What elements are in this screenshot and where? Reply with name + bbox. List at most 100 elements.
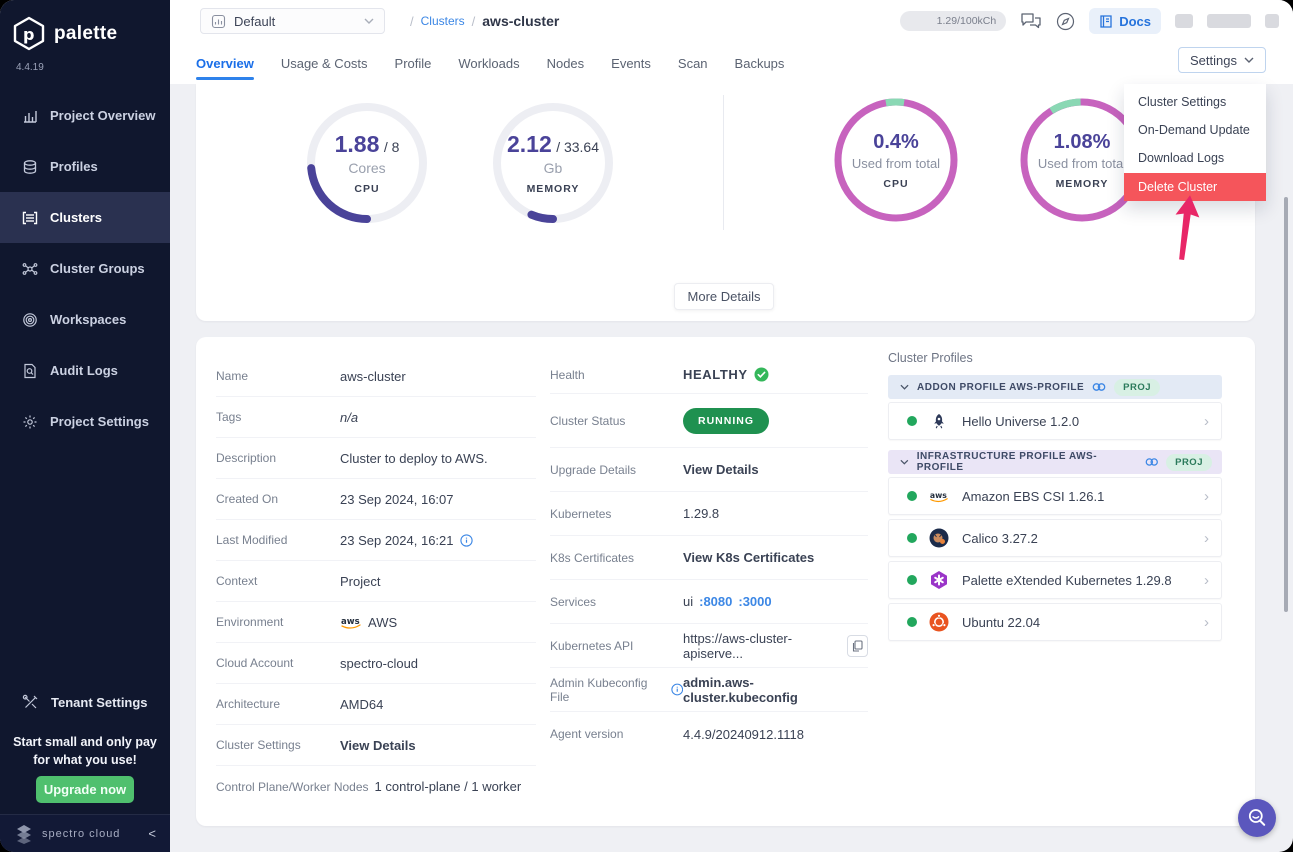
cpu-usage-gauge: 0.4% Used from total CPU [834, 98, 958, 222]
copy-api-url-button[interactable] [847, 635, 868, 657]
vertical-scrollbar[interactable] [1284, 197, 1288, 612]
settings-button[interactable]: Settings [1178, 47, 1266, 73]
kubeconfig-download-link[interactable]: admin.aws-cluster.kubeconfig [683, 675, 868, 705]
sidebar-item-label: Project Settings [50, 414, 149, 429]
memory-gauge-label: MEMORY [527, 183, 580, 195]
tab-nodes[interactable]: Nodes [547, 46, 585, 80]
sidebar-footer: spectro cloud < [0, 814, 170, 852]
link-icon [1145, 457, 1159, 467]
cpu-usage-caption: Used from total [852, 156, 940, 171]
book-icon [1099, 14, 1113, 29]
target-icon [22, 312, 38, 328]
cluster-settings-view-details-link[interactable]: View Details [340, 738, 416, 753]
svg-text:aws: aws [341, 617, 360, 627]
profile-item-amazon-ebs-csi[interactable]: aws Amazon EBS CSI 1.26.1 › [888, 477, 1222, 515]
profile-item-hello-universe[interactable]: Hello Universe 1.2.0 › [888, 402, 1222, 440]
menu-item-on-demand-update[interactable]: On-Demand Update [1124, 116, 1266, 144]
copy-icon [852, 640, 863, 652]
memory-usage-label: MEMORY [1056, 178, 1109, 190]
breadcrumb-current: aws-cluster [482, 13, 559, 29]
sidebar-item-cluster-groups[interactable]: Cluster Groups [0, 243, 170, 294]
info-icon[interactable] [460, 534, 473, 547]
sidebar-item-label: Clusters [50, 210, 102, 225]
clusters-icon [22, 210, 38, 226]
sidebar-item-project-settings[interactable]: Project Settings [0, 396, 170, 447]
status-badge: RUNNING [683, 408, 769, 434]
spectro-cloud-logo [14, 824, 34, 844]
feedback-button[interactable] [1020, 12, 1042, 30]
breadcrumb-clusters-link[interactable]: Clusters [421, 14, 465, 28]
status-dot [907, 575, 917, 585]
infrastructure-profile-header[interactable]: INFRASTRUCTURE PROFILE AWS-PROFILE PROJ [888, 450, 1222, 474]
docs-button[interactable]: Docs [1089, 8, 1161, 34]
sidebar-item-project-overview[interactable]: Project Overview [0, 90, 170, 141]
cpu-usage-label: CPU [883, 178, 908, 190]
detail-row-created-on: Created On 23 Sep 2024, 16:07 [216, 479, 536, 520]
tab-overview[interactable]: Overview [196, 46, 254, 80]
explore-button[interactable] [1056, 12, 1075, 31]
tab-profile[interactable]: Profile [395, 46, 432, 80]
detail-row-nodes: Control Plane/Worker Nodes 1 control-pla… [216, 766, 536, 807]
svg-text:aws: aws [930, 491, 947, 500]
detail-row-architecture: Architecture AMD64 [216, 684, 536, 725]
sidebar-item-profiles[interactable]: Profiles [0, 141, 170, 192]
resource-usage-card: 1.88 / 8 Cores CPU 2.12 / 33.64 Gb MEMOR… [196, 84, 1255, 321]
detail-row-services: Services ui :8080 :3000 [550, 580, 868, 624]
memory-used-value: 2.12 [507, 131, 552, 157]
link-icon [1092, 382, 1106, 392]
menu-item-cluster-settings[interactable]: Cluster Settings [1124, 88, 1266, 116]
breadcrumb: / Clusters / aws-cluster [410, 8, 559, 34]
service-port-8080-link[interactable]: :8080 [699, 594, 732, 609]
view-k8s-certificates-link[interactable]: View K8s Certificates [683, 550, 814, 565]
tab-backups[interactable]: Backups [735, 46, 785, 80]
info-icon[interactable] [671, 683, 684, 696]
profile-item-palette-extended-kubernetes[interactable]: Palette eXtended Kubernetes 1.29.8 › [888, 561, 1222, 599]
chevron-right-icon: › [1204, 530, 1209, 547]
more-details-button[interactable]: More Details [674, 283, 774, 310]
promo-line-2: for what you use! [0, 751, 170, 769]
detail-row-last-modified: Last Modified 23 Sep 2024, 16:21 [216, 520, 536, 561]
docs-label: Docs [1119, 14, 1151, 29]
chevron-right-icon: › [1204, 413, 1209, 430]
sidebar-item-audit-logs[interactable]: Audit Logs [0, 345, 170, 396]
cpu-allocation-gauge: 1.88 / 8 Cores CPU [305, 101, 429, 225]
sidebar-item-label: Cluster Groups [50, 261, 145, 276]
detail-row-agent-version: Agent version 4.4.9/20240912.1118 [550, 712, 868, 756]
status-dot [907, 416, 917, 426]
tab-usage-costs[interactable]: Usage & Costs [281, 46, 368, 80]
redacted-block [1175, 14, 1193, 28]
cluster-details-card: Name aws-cluster Tags n/a Description Cl… [196, 337, 1255, 826]
sidebar-item-label: Project Overview [50, 108, 156, 123]
sidebar-item-workspaces[interactable]: Workspaces [0, 294, 170, 345]
tab-workloads[interactable]: Workloads [458, 46, 519, 80]
layers-icon [22, 159, 38, 175]
service-port-3000-link[interactable]: :3000 [738, 594, 771, 609]
sidebar-item-clusters[interactable]: Clusters [0, 192, 170, 243]
pxk-icon [929, 570, 949, 590]
collapse-sidebar-icon[interactable]: < [148, 826, 156, 841]
upgrade-promo: Start small and only pay for what you us… [0, 733, 170, 769]
cpu-usage-percent: 0.4% [873, 131, 919, 154]
profile-item-calico[interactable]: Calico 3.27.2 › [888, 519, 1222, 557]
project-selector[interactable]: Default [200, 8, 385, 34]
upgrade-now-button[interactable]: Upgrade now [36, 776, 134, 803]
memory-allocation-gauge: 2.12 / 33.64 Gb MEMORY [491, 101, 615, 225]
sidebar-item-tenant-settings[interactable]: Tenant Settings [0, 680, 170, 724]
aws-icon: aws [340, 615, 362, 629]
chevron-right-icon: › [1204, 614, 1209, 631]
detail-row-k8s-certificates: K8s Certificates View K8s Certificates [550, 536, 868, 580]
search-chat-fab[interactable] [1238, 799, 1276, 837]
detail-row-health: Health HEALTHY [550, 356, 868, 394]
footer-brand: spectro cloud [42, 828, 140, 840]
profile-item-ubuntu[interactable]: Ubuntu 22.04 › [888, 603, 1222, 641]
brand-name: palette [54, 23, 117, 45]
upgrade-view-details-link[interactable]: View Details [683, 462, 759, 477]
tab-scan[interactable]: Scan [678, 46, 708, 80]
menu-item-download-logs[interactable]: Download Logs [1124, 144, 1266, 172]
addon-profile-header[interactable]: ADDON PROFILE AWS-PROFILE PROJ [888, 375, 1222, 399]
sidebar-nav: Project Overview Profiles Clusters Clust… [0, 90, 170, 447]
tab-events[interactable]: Events [611, 46, 651, 80]
detail-row-kubernetes: Kubernetes 1.29.8 [550, 492, 868, 536]
sidebar: p palette 4.4.19 Project Overview Profil… [0, 0, 170, 852]
scope-badge: PROJ [1166, 454, 1212, 471]
